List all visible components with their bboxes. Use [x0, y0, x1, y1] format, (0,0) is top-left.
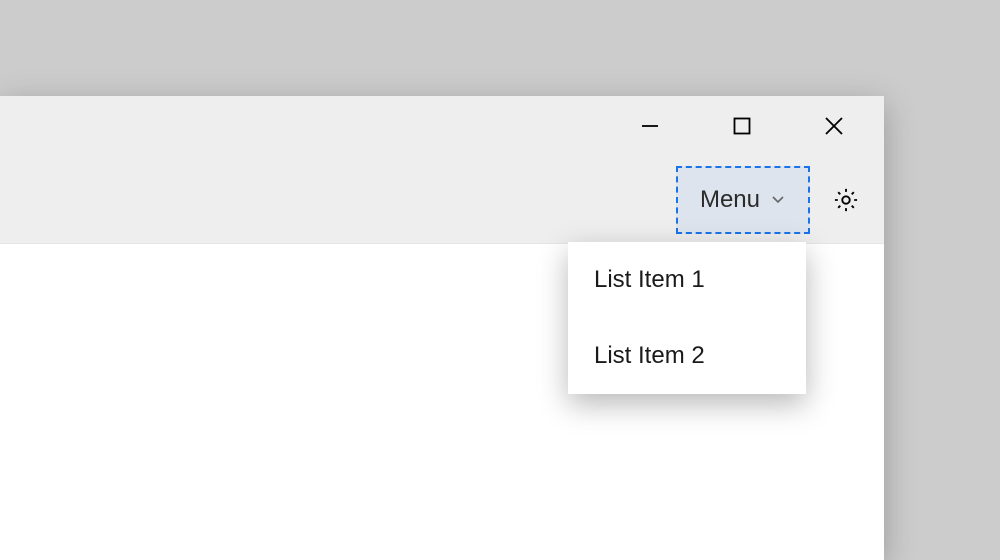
menu-dropdown: List Item 1 List Item 2	[568, 242, 806, 394]
menu-dropdown-button[interactable]: Menu	[676, 166, 810, 234]
dropdown-item-label: List Item 1	[594, 266, 705, 293]
close-button[interactable]	[788, 96, 880, 156]
gear-icon	[832, 186, 860, 214]
toolbar: Menu	[0, 156, 884, 244]
minimize-button[interactable]	[604, 96, 696, 156]
settings-button[interactable]	[818, 172, 874, 228]
minimize-icon	[640, 116, 660, 136]
maximize-button[interactable]	[696, 96, 788, 156]
dropdown-item-label: List Item 2	[594, 342, 705, 369]
app-window: Menu List Item 1 List Item 2	[0, 96, 884, 560]
maximize-icon	[732, 116, 752, 136]
chevron-down-icon	[770, 186, 786, 214]
menu-label: Menu	[700, 186, 760, 214]
content-area: List Item 1 List Item 2	[0, 244, 884, 560]
dropdown-item[interactable]: List Item 2	[568, 318, 806, 394]
dropdown-item[interactable]: List Item 1	[568, 242, 806, 318]
close-icon	[824, 116, 844, 136]
titlebar	[0, 96, 884, 156]
